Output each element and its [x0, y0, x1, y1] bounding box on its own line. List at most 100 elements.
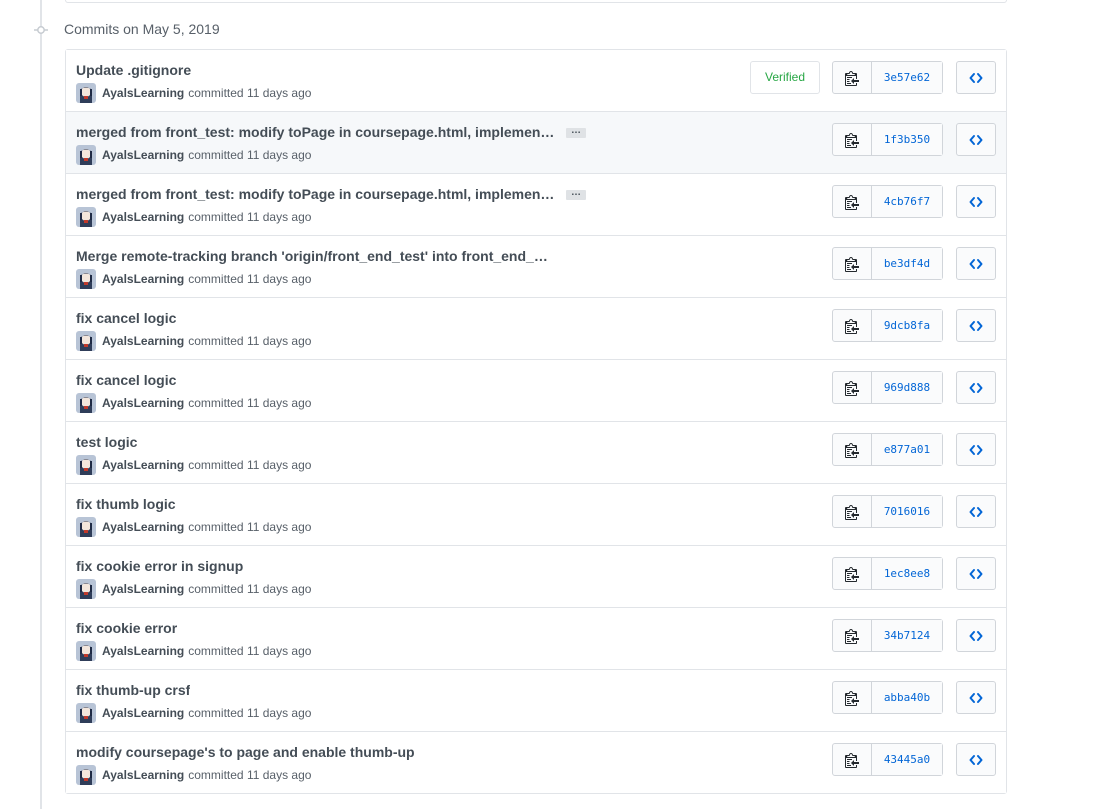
- commit-message-link[interactable]: fix thumb-up crsf: [76, 682, 190, 698]
- user-avatar[interactable]: [76, 207, 96, 227]
- user-avatar[interactable]: [76, 455, 96, 475]
- commit-sha-link[interactable]: 9dcb8fa: [872, 310, 942, 341]
- user-avatar[interactable]: [76, 579, 96, 599]
- browse-repository-button[interactable]: [956, 309, 996, 342]
- commit-sha-link[interactable]: 43445a0: [872, 744, 942, 775]
- user-avatar[interactable]: [76, 269, 96, 289]
- commit-message-link[interactable]: fix cancel logic: [76, 310, 176, 326]
- commit-sha-link[interactable]: 1ec8ee8: [872, 558, 942, 589]
- commit-sha-link[interactable]: 3e57e62: [872, 62, 942, 93]
- commit-message-link[interactable]: fix thumb logic: [76, 496, 176, 512]
- commit-row: merged from front_test: modify toPage in…: [66, 173, 1006, 235]
- clippy-icon: [845, 442, 859, 458]
- commit-author-link[interactable]: AyalsLearning: [102, 644, 184, 658]
- copy-sha-button[interactable]: [833, 310, 872, 341]
- commit-message-link[interactable]: merged from front_test: modify toPage in…: [76, 124, 556, 140]
- code-icon: [969, 196, 983, 207]
- commit-group-title: Commits on May 5, 2019: [64, 21, 220, 37]
- clippy-icon: [845, 752, 859, 768]
- user-avatar[interactable]: [76, 393, 96, 413]
- commit-author-link[interactable]: AyalsLearning: [102, 520, 184, 534]
- verified-badge[interactable]: Verified: [750, 61, 820, 94]
- browse-repository-button[interactable]: [956, 619, 996, 652]
- user-avatar[interactable]: [76, 641, 96, 661]
- commit-message-link[interactable]: merged from front_test: modify toPage in…: [76, 186, 556, 202]
- commit-row: merged from front_test: modify toPage in…: [66, 111, 1006, 173]
- commit-author-link[interactable]: AyalsLearning: [102, 334, 184, 348]
- copy-sha-button[interactable]: [833, 372, 872, 403]
- clippy-icon: [845, 504, 859, 520]
- commit-action-text: committed: [188, 458, 244, 472]
- browse-repository-button[interactable]: [956, 495, 996, 528]
- browse-repository-button[interactable]: [956, 61, 996, 94]
- commit-sha-link[interactable]: e877a01: [872, 434, 942, 465]
- copy-sha-button[interactable]: [833, 62, 872, 93]
- commit-author-link[interactable]: AyalsLearning: [102, 148, 184, 162]
- commit-author-link[interactable]: AyalsLearning: [102, 582, 184, 596]
- commit-row: fix thumb-up crsf AyalsLearning committe…: [66, 669, 1006, 731]
- copy-sha-button[interactable]: [833, 682, 872, 713]
- user-avatar[interactable]: [76, 145, 96, 165]
- copy-sha-button[interactable]: [833, 744, 872, 775]
- git-commit-icon: [34, 26, 48, 34]
- browse-repository-button[interactable]: [956, 247, 996, 280]
- copy-sha-button[interactable]: [833, 248, 872, 279]
- commit-author-link[interactable]: AyalsLearning: [102, 706, 184, 720]
- commit-sha-link[interactable]: 1f3b350: [872, 124, 942, 155]
- commit-sha-link[interactable]: 7016016: [872, 496, 942, 527]
- code-icon: [969, 692, 983, 703]
- user-avatar[interactable]: [76, 517, 96, 537]
- commit-meta: AyalsLearning committed 11 days ago: [76, 393, 311, 413]
- copy-sha-button[interactable]: [833, 620, 872, 651]
- user-avatar[interactable]: [76, 83, 96, 103]
- commit-author-link[interactable]: AyalsLearning: [102, 458, 184, 472]
- copy-sha-button[interactable]: [833, 496, 872, 527]
- expand-message-button[interactable]: …: [566, 188, 586, 200]
- user-avatar[interactable]: [76, 765, 96, 785]
- sha-button-group: 4cb76f7: [832, 185, 943, 218]
- copy-sha-button[interactable]: [833, 186, 872, 217]
- browse-repository-button[interactable]: [956, 185, 996, 218]
- copy-sha-button[interactable]: [833, 124, 872, 155]
- commit-action-text: committed: [188, 272, 244, 286]
- expand-message-button[interactable]: …: [566, 126, 586, 138]
- commit-message-link[interactable]: fix cookie error in signup: [76, 558, 243, 574]
- clippy-icon: [845, 690, 859, 706]
- commit-message-link[interactable]: fix cookie error: [76, 620, 177, 636]
- commit-row: fix cancel logic AyalsLearning committed…: [66, 359, 1006, 421]
- commit-action-text: committed: [188, 582, 244, 596]
- commit-message-link[interactable]: fix cancel logic: [76, 372, 176, 388]
- browse-repository-button[interactable]: [956, 433, 996, 466]
- sha-button-group: 43445a0: [832, 743, 943, 776]
- commit-author-link[interactable]: AyalsLearning: [102, 272, 184, 286]
- browse-repository-button[interactable]: [956, 371, 996, 404]
- commit-message-link[interactable]: Merge remote-tracking branch 'origin/fro…: [76, 248, 556, 264]
- browse-repository-button[interactable]: [956, 123, 996, 156]
- copy-sha-button[interactable]: [833, 434, 872, 465]
- commit-sha-link[interactable]: 34b7124: [872, 620, 942, 651]
- commit-sha-link[interactable]: be3df4d: [872, 248, 942, 279]
- commit-author-link[interactable]: AyalsLearning: [102, 396, 184, 410]
- commit-action-text: committed: [188, 86, 244, 100]
- commit-sha-link[interactable]: 4cb76f7: [872, 186, 942, 217]
- sha-button-group: 9dcb8fa: [832, 309, 943, 342]
- copy-sha-button[interactable]: [833, 558, 872, 589]
- commit-meta: AyalsLearning committed 11 days ago: [76, 517, 311, 537]
- commit-message-link[interactable]: Update .gitignore: [76, 62, 191, 78]
- commit-message-link[interactable]: modify coursepage's to page and enable t…: [76, 744, 415, 760]
- commit-time: 11 days ago: [246, 148, 312, 162]
- commit-author-link[interactable]: AyalsLearning: [102, 768, 184, 782]
- commit-message-link[interactable]: test logic: [76, 434, 137, 450]
- commit-row: fix thumb logic AyalsLearning committed …: [66, 483, 1006, 545]
- browse-repository-button[interactable]: [956, 743, 996, 776]
- user-avatar[interactable]: [76, 703, 96, 723]
- user-avatar[interactable]: [76, 331, 96, 351]
- commit-author-link[interactable]: AyalsLearning: [102, 210, 184, 224]
- commit-row: modify coursepage's to page and enable t…: [66, 731, 1006, 793]
- browse-repository-button[interactable]: [956, 681, 996, 714]
- commit-author-link[interactable]: AyalsLearning: [102, 86, 184, 100]
- commit-sha-link[interactable]: 969d888: [872, 372, 942, 403]
- commit-sha-link[interactable]: abba40b: [872, 682, 942, 713]
- commit-list: Update .gitignore AyalsLearning committe…: [65, 49, 1007, 794]
- browse-repository-button[interactable]: [956, 557, 996, 590]
